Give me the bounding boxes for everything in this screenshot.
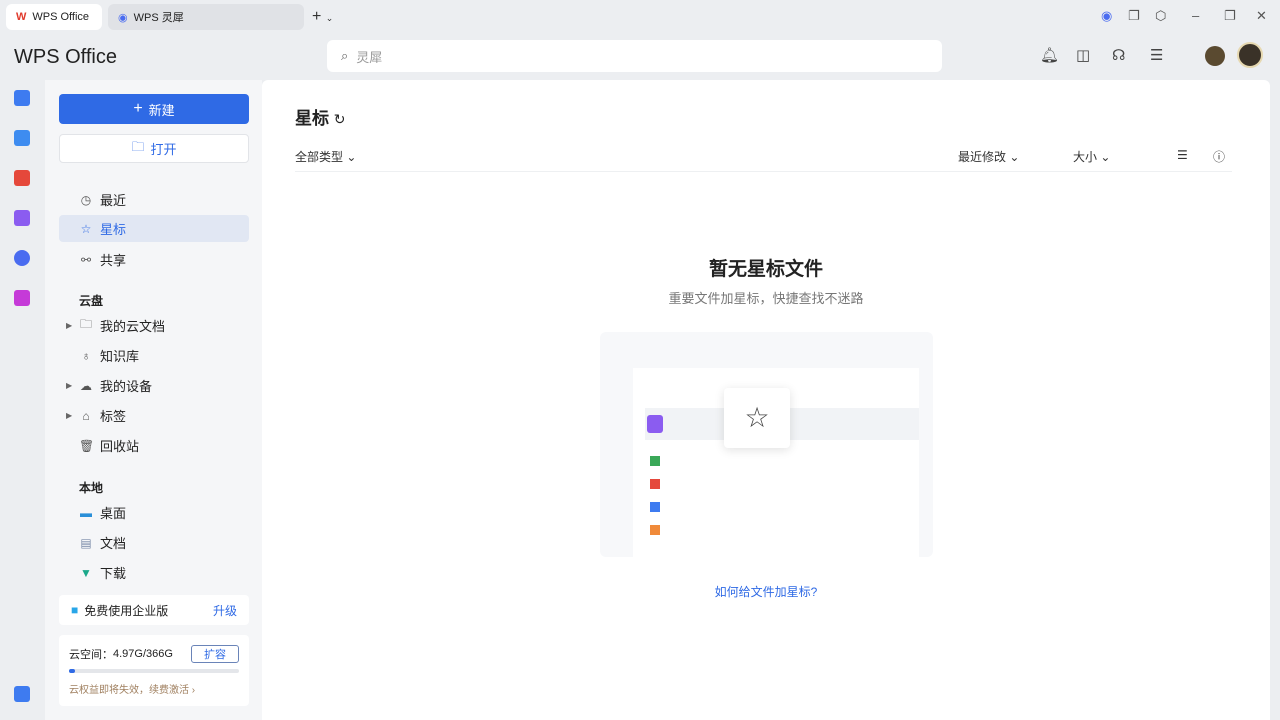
divider [295,171,1232,172]
expand-storage-button[interactable]: 扩容 [191,645,239,663]
help-link[interactable]: 如何给文件加星标? [262,583,1270,600]
sidebar-item-documents[interactable]: ▤ 文档 [59,529,249,556]
info-icon[interactable]: ⓘ [1213,148,1225,165]
expand-icon[interactable]: ▶ [66,321,72,330]
sidebar-item-trash[interactable]: 🗑︎ 回收站 [59,432,249,459]
cube-icon[interactable]: ⬡ [1155,8,1166,24]
avatar[interactable] [1237,42,1263,68]
expand-icon[interactable]: ▶ [66,381,72,390]
star-icon: ☆ [724,388,790,448]
sidebar-item-knowledge-base[interactable]: ♁ 知识库 [59,342,249,369]
share-icon: ⚯ [80,252,92,267]
sidebar-item-recent[interactable]: ◷ 最近 [59,186,249,213]
app-rail [0,80,45,720]
enterprise-banner[interactable]: ■ 免费使用企业版 升级 [59,595,249,625]
empty-illustration: ☆ [600,332,933,558]
sidebar-item-downloads[interactable]: ▼ 下载 [59,559,249,586]
clock-icon: ◷ [80,192,92,207]
renew-notice[interactable]: 云权益即将失效，续费激活 [69,685,189,696]
desktop-icon: ▬ [80,505,92,520]
search-input[interactable]: ⌕ 灵犀 [327,40,942,72]
calendar-app-icon[interactable] [14,130,30,146]
sort-modified-dropdown[interactable]: 最近修改 ⌄ [958,148,1019,165]
local-section-title: 本地 [79,481,104,495]
settings-sliders-icon[interactable]: ☰ [1150,46,1163,64]
pdf-app-icon[interactable] [14,170,30,186]
new-button[interactable]: + 新建 [59,94,249,124]
empty-title: 暂无星标文件 [708,259,823,280]
layout-icon[interactable]: ◫ [1076,46,1090,64]
window-switch-icon[interactable]: ❐ [1128,8,1140,24]
expand-icon[interactable]: ▶ [66,411,72,420]
restore-button[interactable]: ❐ [1224,8,1236,24]
storage-progress-bar [69,669,239,673]
page-title: 星标 ↻ [295,109,346,128]
minimize-button[interactable]: – [1192,8,1199,23]
view-options-icon[interactable]: ☰ [1177,148,1188,162]
sidebar-item-my-devices[interactable]: ▶ ☁ 我的设备 [59,372,249,399]
sidebar: + 新建 🗀 打开 ◷ 最近 ☆ 星标 ⚯ 共享 云盘 ▶ 🗀 我的云文档 ♁ 知识库 ▶ ☁ 我的… [45,80,262,720]
empty-subtitle: 重要文件加星标，快捷查找不迷路 [668,291,864,306]
wps-logo-icon: W [16,11,27,23]
enterprise-icon: ■ [71,603,79,617]
lingxi-app-icon[interactable] [14,250,30,266]
cloud-icon: ☁ [80,378,92,393]
close-button[interactable]: ✕ [1256,8,1267,24]
tab-wps-lingxi[interactable]: ◉ WPS 灵犀 [108,4,304,30]
sidebar-item-starred[interactable]: ☆ 星标 [59,215,249,242]
p-app-icon[interactable] [14,290,30,306]
lingxi-icon[interactable]: ◉ [1101,8,1112,24]
folder-icon: 🗀 [79,317,92,331]
bulb-icon: ♁ [81,348,91,363]
sidebar-item-desktop[interactable]: ▬ 桌面 [59,499,249,526]
trash-icon: 🗑︎ [79,438,95,453]
tag-icon: ⌂ [82,408,90,423]
star-icon: ☆ [80,221,92,236]
bell-icon[interactable]: 🔔︎ [1040,46,1059,64]
download-icon: ▼ [80,565,92,580]
documents-icon: ▤ [80,535,92,550]
cloud-section-title: 云盘 [79,294,104,308]
member-badge[interactable] [1205,46,1225,66]
lingxi-icon: ◉ [118,11,128,24]
headset-icon[interactable]: ☊ [1112,46,1125,64]
type-filter-dropdown[interactable]: 全部类型 ⌄ [295,148,356,165]
upgrade-link[interactable]: 升级 [213,602,237,619]
tab-wps-office[interactable]: W WPS Office [6,4,102,30]
apps-app-icon[interactable] [14,210,30,226]
folder-icon: 🗀 [131,138,145,154]
sidebar-item-tags[interactable]: ▶ ⌂ 标签 [59,402,249,429]
plus-icon: + [133,100,143,117]
sidebar-item-shared[interactable]: ⚯ 共享 [59,246,249,273]
storage-card: 云空间： 4.97G/366G 扩容 云权益即将失效，续费激活 › [59,635,249,706]
open-button[interactable]: 🗀 打开 [59,134,249,163]
sort-size-dropdown[interactable]: 大小 ⌄ [1073,148,1110,165]
main-panel: 星标 ↻ 全部类型 ⌄ 最近修改 ⌄ 大小 ⌄ ☰ ⓘ 暂无星标文件 重要文件加… [262,80,1270,720]
cloud-app-icon[interactable] [14,686,30,702]
docs-app-icon[interactable] [14,90,30,106]
new-tab-button[interactable]: + ⌄ [312,8,333,26]
refresh-icon[interactable]: ↻ [334,111,346,127]
search-icon: ⌕ [341,48,349,63]
sidebar-item-my-cloud-docs[interactable]: ▶ 🗀 我的云文档 [59,312,249,339]
app-brand: WPS Office [14,46,117,68]
storage-progress-fill [69,669,75,673]
tab-bar: W WPS Office ◉ WPS 灵犀 + ⌄ ◉ ❐ ⬡ – ❐ ✕ [0,0,1280,34]
